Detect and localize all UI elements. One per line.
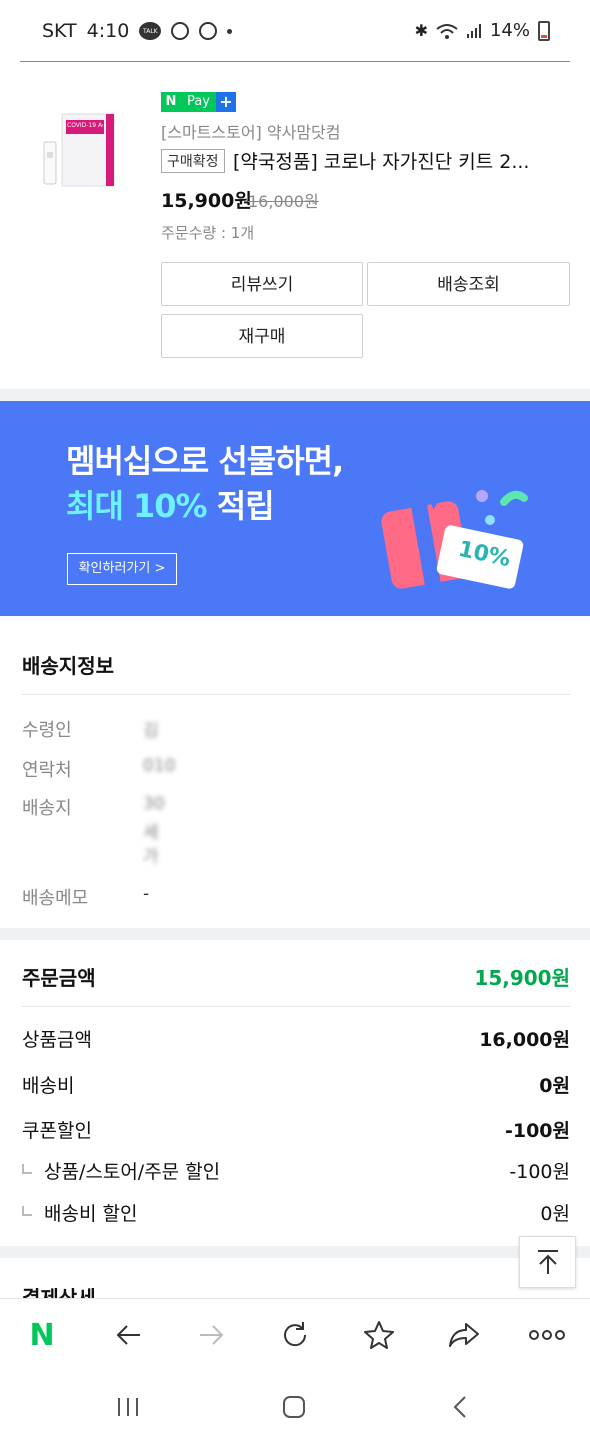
- system-nav-bar: [0, 1372, 590, 1440]
- product-name[interactable]: [약국정품] 코로나 자가진단 키트 2...: [233, 147, 568, 174]
- recipient-label: 수령인: [22, 720, 72, 741]
- star-icon[interactable]: [359, 1317, 399, 1353]
- more-icon[interactable]: [527, 1317, 567, 1353]
- corner-icon: [22, 1163, 32, 1174]
- divider: [20, 61, 570, 62]
- coupon-discount-label: 쿠폰할인: [22, 1120, 92, 1142]
- npay-n: N: [161, 92, 181, 112]
- section-separator: [0, 928, 590, 940]
- divider: [22, 694, 570, 695]
- battery-percent: 14%: [489, 20, 530, 41]
- store-name[interactable]: [스마트스토어] 약사맘닷컴: [161, 119, 341, 143]
- sub-discount-row: 배송비 할인: [22, 1199, 137, 1226]
- status-left: SKT 4:10 TALK: [42, 20, 233, 42]
- coupon-discount-value: -100원: [504, 1120, 570, 1142]
- forward-arrow-icon[interactable]: [192, 1317, 232, 1353]
- tracking-button[interactable]: 배송조회: [367, 262, 570, 306]
- banner-rest: 적립: [206, 487, 275, 525]
- divider: [22, 1006, 570, 1007]
- share-icon[interactable]: [444, 1317, 484, 1353]
- banner-cta-button[interactable]: 확인하러가기 >: [67, 553, 177, 585]
- recent-apps-icon[interactable]: [108, 1392, 148, 1422]
- battery-icon: [538, 20, 550, 41]
- dot-icon: [227, 28, 233, 34]
- status-right: ✱ 14%: [415, 20, 550, 41]
- store-discount-label: 상품/스토어/주문 할인: [44, 1161, 221, 1183]
- shipping-discount-value: 0원: [540, 1203, 570, 1225]
- chat-icon: TALK: [139, 22, 162, 40]
- address-label: 배송지: [22, 798, 72, 819]
- rebuy-button[interactable]: 재구매: [161, 314, 363, 358]
- section-separator: [0, 389, 590, 401]
- address-line-1: 30: [143, 794, 165, 814]
- thumb-label: COVID-19 Ag Home Test: [67, 122, 103, 129]
- banner-subheadline: 최대 10% 적립: [66, 481, 275, 527]
- npay-pay: Pay: [181, 92, 216, 112]
- order-quantity: 주문수량 : 1개: [161, 224, 255, 242]
- order-amount-title: 주문금액: [22, 966, 96, 990]
- sub-discount-row: 상품/스토어/주문 할인: [22, 1157, 220, 1184]
- recipient-value: 김: [143, 721, 159, 741]
- section-separator: [0, 1246, 590, 1258]
- memo-label: 배송메모: [22, 888, 89, 909]
- corner-icon: [22, 1205, 32, 1216]
- status-bar: SKT 4:10 TALK ✱ 14%: [0, 0, 590, 62]
- circle-icon: [171, 22, 190, 40]
- naver-logo-icon: N: [29, 1317, 55, 1353]
- arrow-up-icon: [537, 1250, 558, 1274]
- product-thumbnail[interactable]: COVID-19 Ag Home Test: [40, 108, 120, 194]
- review-button[interactable]: 리뷰쓰기: [161, 262, 363, 306]
- clock: 4:10: [86, 20, 130, 42]
- address-line-2: 세: [143, 823, 159, 843]
- phone-value: 010: [143, 756, 176, 776]
- browser-toolbar: N: [0, 1298, 590, 1372]
- naver-home-button[interactable]: N: [22, 1317, 62, 1353]
- carrier: SKT: [42, 20, 77, 42]
- product-price: 15,900원: [161, 190, 252, 212]
- wifi-icon: [436, 23, 458, 39]
- refresh-icon[interactable]: [275, 1317, 315, 1353]
- address-line-3: 가: [143, 847, 159, 867]
- banner-headline: 멤버십으로 선물하면,: [66, 442, 344, 480]
- gift-illustration: 10%: [372, 476, 542, 610]
- shipping-fee-value: 0원: [539, 1075, 570, 1097]
- original-price: 16,000원: [248, 192, 319, 211]
- shipping-discount-label: 배송비 할인: [44, 1203, 138, 1225]
- timer-icon: [199, 22, 218, 40]
- shipping-fee-label: 배송비: [22, 1075, 75, 1097]
- delivery-title: 배송지정보: [22, 654, 114, 678]
- signal-icon: [466, 23, 481, 38]
- product-amount-value: 16,000원: [479, 1029, 570, 1051]
- back-arrow-icon[interactable]: [108, 1317, 148, 1353]
- order-total: 15,900원: [474, 966, 570, 990]
- membership-banner[interactable]: 멤버십으로 선물하면, 최대 10% 적립 확인하러가기 > 10%: [0, 401, 590, 616]
- naver-pay-badge: N Pay +: [161, 92, 236, 112]
- bluetooth-icon: ✱: [414, 21, 428, 40]
- store-discount-value: -100원: [509, 1161, 570, 1183]
- purchase-confirmed-badge: 구매확정: [161, 149, 225, 173]
- scroll-to-top-button[interactable]: [519, 1236, 576, 1288]
- banner-highlight: 최대 10%: [66, 487, 208, 525]
- product-amount-label: 상품금액: [22, 1029, 92, 1051]
- memo-value: -: [143, 884, 150, 904]
- npay-plus-icon: +: [215, 92, 236, 112]
- back-icon[interactable]: [440, 1392, 480, 1422]
- phone-label: 연락처: [22, 760, 72, 781]
- home-icon[interactable]: [274, 1392, 314, 1422]
